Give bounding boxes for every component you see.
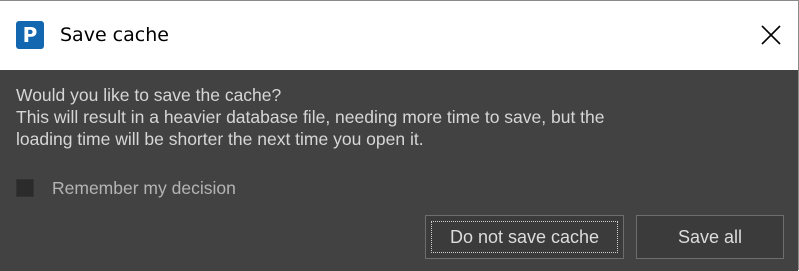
message-line: This will result in a heavier database f… [16, 107, 605, 127]
do-not-save-cache-button[interactable]: Do not save cache [425, 215, 624, 259]
close-button[interactable] [750, 13, 792, 57]
close-icon [761, 25, 781, 45]
message-line: Would you like to save the cache? [16, 85, 282, 105]
save-all-label: Save all [677, 227, 743, 247]
remember-decision-checkbox[interactable] [16, 179, 34, 197]
dialog-content: Would you like to save the cache? This w… [0, 70, 798, 271]
app-logo-icon: P [16, 21, 44, 49]
remember-decision-label: Remember my decision [52, 178, 236, 198]
app-logo-letter: P [22, 23, 38, 47]
save-cache-dialog: P Save cache Would you like to save the … [0, 0, 799, 271]
dialog-message: Would you like to save the cache? This w… [16, 84, 776, 150]
do-not-save-cache-label: Do not save cache [449, 227, 600, 247]
title-bar[interactable]: P Save cache [0, 1, 798, 70]
window-title: Save cache [60, 24, 169, 46]
message-line: loading time will be shorter the next ti… [16, 129, 424, 149]
save-all-button[interactable]: Save all [636, 215, 784, 259]
